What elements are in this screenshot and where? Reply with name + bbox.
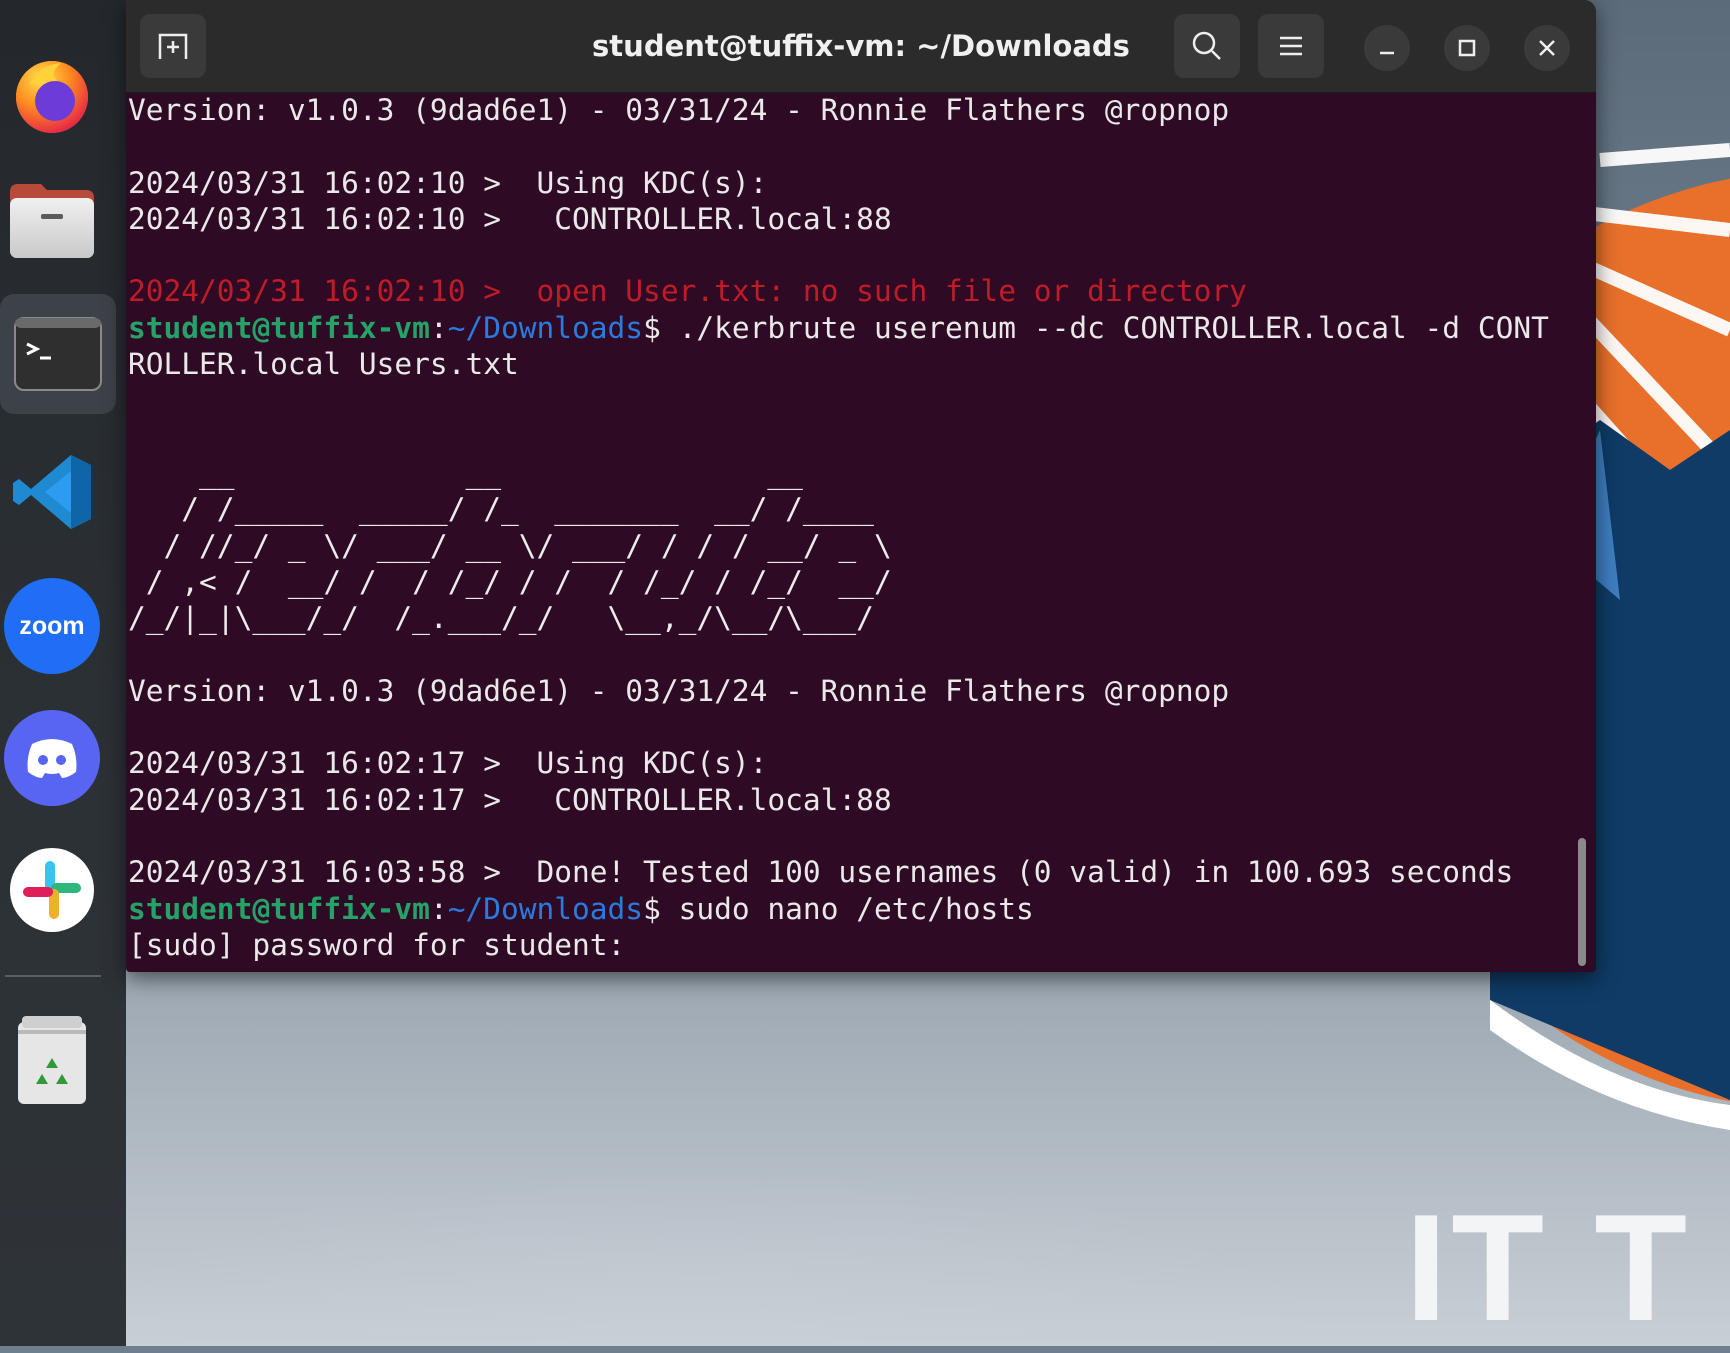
dock: zoom [0,0,126,1346]
title-bar[interactable]: student@tuffix-vm: ~/Downloads [126,0,1596,93]
search-icon [1192,31,1221,60]
prompt-user: student@tuffix-vm [128,310,430,345]
command-text: sudo nano /etc/hosts [660,891,1034,926]
ascii-art-line: / //_/ _ \/ ___/ __ \/ ___/ / / / __/ _ … [128,528,892,563]
dock-item-slack[interactable] [2,830,102,950]
terminal-line: Version: v1.0.3 (9dad6e1) - 03/31/24 - R… [128,673,1230,708]
prompt-colon: : [429,891,448,926]
firefox-icon [16,61,88,133]
discord-icon [4,710,100,806]
terminal-prompt-line: student@tuffix-vm:~/Downloads$ sudo nano… [126,891,1566,927]
zoom-icon: zoom [4,578,100,674]
minimize-button[interactable] [1364,25,1410,71]
prompt-colon: : [429,310,448,345]
prompt-user: student@tuffix-vm [128,891,430,926]
terminal-prompt-line: student@tuffix-vm:~/Downloads$ ./kerbrut… [126,310,1566,346]
search-button[interactable] [1174,14,1240,78]
dock-item-discord[interactable] [2,698,102,818]
ascii-art-line: /_/|_|\___/_/ /_.___/_/ \__,_/\__/\___/ [128,601,892,636]
files-icon [10,184,94,258]
dock-item-trash[interactable] [2,1000,102,1120]
ascii-art-line: / /_____ _____/ /_ _______ __/ /____ [128,492,892,527]
ascii-art-line: / ,< / __/ / / /_/ / / / /_/ / /_/ __/ [128,564,892,599]
terminal-icon [14,317,102,391]
terminal-line: 2024/03/31 16:02:17 > CONTROLLER.local:8… [128,782,892,817]
wallpaper-text: IT T [1405,1183,1692,1353]
prompt-path: ~/Downloads [447,310,644,345]
dock-item-firefox[interactable] [2,34,102,154]
zoom-label: zoom [19,611,85,640]
dock-item-zoom[interactable]: zoom [2,566,102,686]
dock-separator [5,975,101,977]
slack-icon [10,848,94,932]
terminal-line: 2024/03/31 16:02:10 > CONTROLLER.local:8… [128,201,892,236]
sudo-password-prompt[interactable]: [sudo] password for student: [126,927,1566,963]
hamburger-menu-icon [1280,36,1302,56]
prompt-path: ~/Downloads [447,891,644,926]
prompt-dollar: $ [643,891,661,926]
close-button[interactable] [1524,25,1570,71]
terminal-output[interactable]: Version: v1.0.3 (9dad6e1) - 03/31/24 - R… [126,92,1566,972]
maximize-icon [1458,39,1476,57]
prompt-dollar: $ [643,310,661,345]
menu-button[interactable] [1258,14,1324,78]
terminal-line: 2024/03/31 16:02:10 > Using KDC(s): [128,165,768,200]
terminal-scrollbar[interactable] [1578,838,1586,966]
command-text: ./kerbrute userenum --dc CONTROLLER.loca… [660,310,1549,345]
close-icon [1539,40,1555,56]
dock-item-terminal[interactable] [0,294,116,414]
dock-item-vscode[interactable] [2,432,102,552]
terminal-window[interactable]: student@tuffix-vm: ~/Downloads Version: … [126,0,1596,972]
maximize-button[interactable] [1444,25,1490,71]
vscode-icon [13,455,91,529]
terminal-line: ROLLER.local Users.txt [128,347,519,382]
minimize-icon [1380,51,1394,55]
ascii-art-line: __ __ __ [128,455,892,490]
terminal-line: 2024/03/31 16:02:17 > Using KDC(s): [128,746,768,781]
dock-item-files[interactable] [2,160,102,280]
terminal-error-line: 2024/03/31 16:02:10 > open User.txt: no … [128,274,1247,309]
trash-icon [18,1016,86,1104]
terminal-line: Version: v1.0.3 (9dad6e1) - 03/31/24 - R… [128,93,1230,127]
terminal-line: 2024/03/31 16:03:58 > Done! Tested 100 u… [128,855,1514,890]
